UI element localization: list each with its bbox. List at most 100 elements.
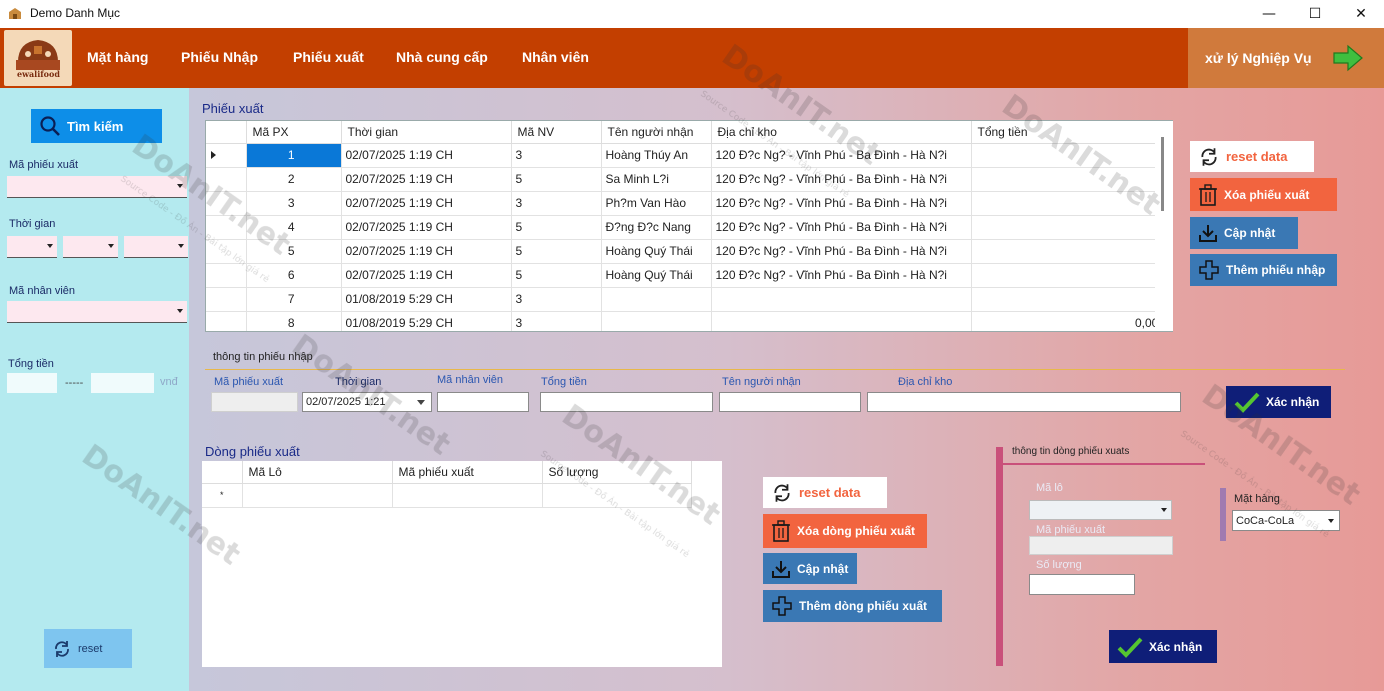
cell-dia-chi-kho[interactable]: 120 Đ?c Ng? - Vĩnh Phú - Ba Đình - Hà N?… — [711, 143, 972, 168]
info-thoi-gian-picker[interactable]: 02/07/2025 1:21 — [302, 392, 432, 412]
dong-phieu-xuat-grid[interactable]: Mã Lô Mã phiếu xuất Số lượng * — [202, 461, 722, 667]
cell-dia-chi-kho[interactable]: 120 Đ?c Ng? - Vĩnh Phú - Ba Đình - Hà N?… — [711, 215, 972, 240]
maximize-button[interactable]: ☐ — [1292, 0, 1338, 28]
cell-ma-px[interactable]: 2 — [246, 167, 342, 192]
cell-tong-tien[interactable]: 0,000 — [971, 311, 1172, 331]
cell-ma-lo[interactable] — [242, 483, 393, 508]
cell-tong-tien[interactable] — [971, 287, 1172, 312]
scrollbar-thumb[interactable] — [1161, 137, 1164, 211]
col-ma-nv[interactable]: Mã NV — [511, 121, 602, 144]
col-ma-lo[interactable]: Mã Lô — [242, 461, 393, 484]
tong-tien-min-input[interactable] — [7, 373, 57, 393]
minimize-button[interactable]: — — [1246, 0, 1292, 28]
xoa-phieu-xuat-button[interactable]: Xóa phiếu xuất — [1190, 178, 1337, 211]
dong-xac-nhan-button[interactable]: Xác nhận — [1109, 630, 1217, 663]
cell-ten-nguoi-nhan[interactable]: Sa Minh L?i — [601, 167, 712, 192]
cap-nhat-button[interactable]: Cập nhật — [1190, 217, 1298, 249]
cell-ma-px[interactable]: 3 — [246, 191, 342, 216]
cell-ma-nv[interactable]: 5 — [511, 239, 602, 264]
row-header[interactable] — [206, 167, 247, 192]
chevron-down-icon[interactable] — [417, 400, 425, 405]
col-tong-tien[interactable]: Tổng tiền — [971, 121, 1172, 144]
phieu-xuat-grid[interactable]: Mã PX Thời gian Mã NV Tên người nhận Địa… — [205, 120, 1173, 332]
row-header[interactable] — [206, 239, 247, 264]
col-ma-px[interactable]: Mã PX — [246, 121, 342, 144]
cell-ten-nguoi-nhan[interactable]: Ph?m Van Hào — [601, 191, 712, 216]
cell-ten-nguoi-nhan[interactable]: Đ?ng Đ?c Nang — [601, 215, 712, 240]
table-row[interactable]: 6 02/07/2025 1:19 CH 5 Hoàng Quý Thái 120 Đ?… — [206, 263, 1172, 288]
cell-thoi-gian[interactable]: 02/07/2025 1:19 CH — [341, 239, 512, 264]
cell-ma-nv[interactable]: 3 — [511, 311, 602, 331]
info-ma-nhan-vien-input[interactable] — [437, 392, 529, 412]
dong-reset-data-button[interactable]: reset data — [763, 477, 887, 508]
dong-info-so-luong-input[interactable] — [1029, 574, 1135, 595]
menu-phieu-nhap[interactable]: Phiếu Nhập — [181, 49, 258, 65]
day-combo[interactable] — [7, 236, 57, 258]
menu-mat-hang[interactable]: Mặt hàng — [87, 49, 148, 65]
cell-tong-tien[interactable] — [971, 263, 1172, 288]
year-combo[interactable] — [124, 236, 188, 258]
col-ten-nguoi-nhan[interactable]: Tên người nhận — [601, 121, 712, 144]
reset-data-button[interactable]: reset data — [1190, 141, 1314, 172]
cell-thoi-gian[interactable]: 02/07/2025 1:19 CH — [341, 143, 512, 168]
cell-ma-nv[interactable]: 3 — [511, 191, 602, 216]
cell-thoi-gian[interactable]: 01/08/2019 5:29 CH — [341, 287, 512, 312]
cell-ten-nguoi-nhan[interactable]: Hoàng Quý Thái — [601, 239, 712, 264]
cell-ma-nv[interactable]: 3 — [511, 143, 602, 168]
dong-cap-nhat-button[interactable]: Cập nhật — [763, 553, 857, 584]
cell-thoi-gian[interactable]: 02/07/2025 1:19 CH — [341, 191, 512, 216]
table-row[interactable]: 1 02/07/2025 1:19 CH 3 Hoàng Thúy An 120 Đ?c… — [206, 143, 1172, 168]
table-row[interactable]: 4 02/07/2025 1:19 CH 5 Đ?ng Đ?c Nang 120 Đ?c… — [206, 215, 1172, 240]
ma-phieu-xuat-combo[interactable] — [7, 176, 187, 198]
col-so-luong[interactable]: Số lượng — [542, 461, 692, 484]
cell-dia-chi-kho[interactable]: 120 Đ?c Ng? - Vĩnh Phú - Ba Đình - Hà N?… — [711, 239, 972, 264]
col-thoi-gian[interactable]: Thời gian — [341, 121, 512, 144]
row-header[interactable] — [206, 311, 247, 331]
row-header[interactable] — [206, 191, 247, 216]
cell-ma-nv[interactable]: 5 — [511, 167, 602, 192]
cell-ma-nv[interactable]: 5 — [511, 215, 602, 240]
cell-tong-tien[interactable] — [971, 167, 1172, 192]
cell-ma-nv[interactable]: 3 — [511, 287, 602, 312]
xoa-dong-phieu-xuat-button[interactable]: Xóa dòng phiếu xuất — [763, 514, 927, 548]
mat-hang-combo[interactable]: CoCa-CoLa — [1232, 510, 1340, 531]
table-row[interactable]: 2 02/07/2025 1:19 CH 5 Sa Minh L?i 120 Đ?c N… — [206, 167, 1172, 192]
dong-info-ma-lo-combo[interactable] — [1029, 500, 1172, 520]
month-combo[interactable] — [63, 236, 118, 258]
table-row-new[interactable]: * — [202, 483, 692, 508]
reset-button[interactable]: reset — [44, 629, 132, 668]
cell-ma-px[interactable]: 6 — [246, 263, 342, 288]
cell-ten-nguoi-nhan[interactable] — [601, 287, 712, 312]
col-ma-phieu-xuat[interactable]: Mã phiếu xuất — [392, 461, 543, 484]
cell-ma-px[interactable]: 5 — [246, 239, 342, 264]
menu-nhan-vien[interactable]: Nhân viên — [522, 49, 589, 65]
cell-ma-phieu-xuat[interactable] — [392, 483, 543, 508]
menu-nha-cung-cap[interactable]: Nhà cung cấp — [396, 49, 488, 65]
info-ten-nguoi-nhan-input[interactable] — [719, 392, 861, 412]
vertical-scrollbar[interactable] — [1155, 121, 1173, 331]
info-dia-chi-kho-input[interactable] — [867, 392, 1181, 412]
them-dong-phieu-xuat-button[interactable]: Thêm dòng phiếu xuất — [763, 590, 942, 622]
nghiep-vu-label[interactable]: xử lý Nghiệp Vụ — [1205, 50, 1312, 66]
menu-phieu-xuat[interactable]: Phiếu xuất — [293, 49, 364, 65]
table-row[interactable]: 7 01/08/2019 5:29 CH 3 — [206, 287, 1172, 312]
cell-dia-chi-kho[interactable]: 120 Đ?c Ng? - Vĩnh Phú - Ba Đình - Hà N?… — [711, 191, 972, 216]
table-row[interactable]: 8 01/08/2019 5:29 CH 3 0,000 — [206, 311, 1172, 331]
cell-thoi-gian[interactable]: 02/07/2025 1:19 CH — [341, 215, 512, 240]
search-button[interactable]: Tìm kiếm — [31, 109, 162, 143]
ma-nhan-vien-combo[interactable] — [7, 301, 187, 323]
table-row[interactable]: 5 02/07/2025 1:19 CH 5 Hoàng Quý Thái 120 Đ?… — [206, 239, 1172, 264]
cell-ma-px[interactable]: 4 — [246, 215, 342, 240]
cell-so-luong[interactable] — [542, 483, 692, 508]
cell-dia-chi-kho[interactable]: 120 Đ?c Ng? - Vĩnh Phú - Ba Đình - Hà N?… — [711, 167, 972, 192]
cell-ma-px[interactable]: 7 — [246, 287, 342, 312]
cell-tong-tien[interactable] — [971, 143, 1172, 168]
cell-dia-chi-kho[interactable]: 120 Đ?c Ng? - Vĩnh Phú - Ba Đình - Hà N?… — [711, 263, 972, 288]
xac-nhan-button[interactable]: Xác nhận — [1226, 386, 1331, 418]
info-tong-tien-input[interactable] — [540, 392, 713, 412]
cell-tong-tien[interactable] — [971, 239, 1172, 264]
cell-dia-chi-kho[interactable] — [711, 287, 972, 312]
chevron-down-icon[interactable] — [1328, 519, 1334, 523]
cell-ten-nguoi-nhan[interactable] — [601, 311, 712, 331]
cell-tong-tien[interactable] — [971, 191, 1172, 216]
